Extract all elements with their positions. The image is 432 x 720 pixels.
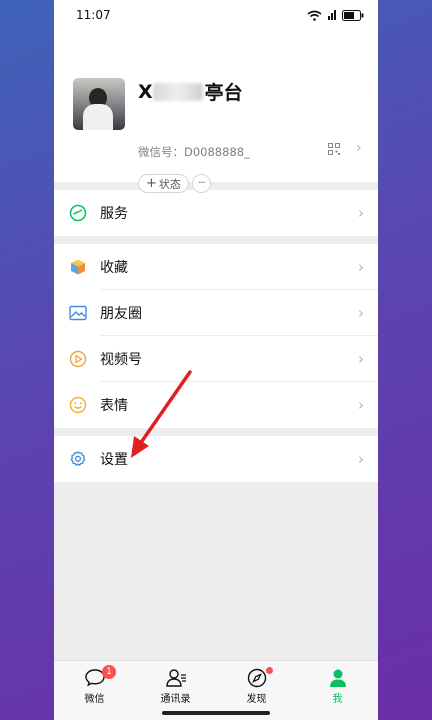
menu-item-stickers[interactable]: 表情 › [54,382,378,428]
menu-label: 表情 [100,398,128,414]
chevron-right-icon: › [358,450,364,468]
wechat-id: 微信号：D0088888_ [138,145,250,159]
contacts-person-icon [165,669,186,687]
bottom-tab-bar: 1 微信 通讯录 发现 我 [54,660,378,720]
services-icon [68,203,88,223]
menu-item-settings[interactable]: 设置 › [54,436,378,482]
new-dot-indicator [266,667,273,674]
phone-screen: 11:07 X 亭台 微信号：D0088888_ › + 状态 ··· 服务 ›… [54,0,378,720]
menu-item-favorites[interactable]: 收藏 › [54,244,378,290]
moments-image-icon [68,303,88,323]
tab-me[interactable]: 我 [297,661,378,720]
settings-group: 设置 › [54,436,378,482]
menu-label: 收藏 [100,260,128,276]
menu-label: 视频号 [100,352,142,368]
services-group: 服务 › [54,190,378,236]
chevron-right-icon: › [358,204,364,222]
menu-label: 设置 [100,452,128,468]
favorites-cube-icon [68,257,88,277]
nickname-redaction [152,82,203,101]
profile-header[interactable]: X 亭台 微信号：D0088888_ › + 状态 ··· [54,30,378,193]
tab-label: 我 [332,694,343,705]
nickname: X 亭台 [138,78,243,105]
wifi-icon [307,10,322,21]
menu-label: 朋友圈 [100,306,142,322]
tab-label: 发现 [246,694,267,705]
channels-play-icon [68,349,88,369]
nickname-text: 亭台 [204,82,243,104]
qr-code-icon[interactable] [328,143,340,155]
compass-icon [247,668,266,688]
ellipsis-icon: ··· [198,178,205,189]
chevron-right-icon: › [358,304,364,322]
status-time: 11:07 [76,8,111,22]
status-icons [307,9,364,21]
menu-label: 服务 [100,206,128,222]
tab-chats[interactable]: 1 微信 [54,661,135,720]
chevron-right-icon: › [358,350,364,368]
chevron-right-icon: › [358,396,364,414]
plus-icon: + [146,176,157,191]
battery-icon [342,9,364,21]
tab-label: 通讯录 [160,694,191,705]
unread-badge: 1 [102,665,116,679]
menu-item-moments[interactable]: 朋友圈 › [54,290,378,336]
status-bar: 11:07 [54,0,378,30]
signal-icon [328,10,336,20]
menu-item-channels[interactable]: 视频号 › [54,336,378,382]
settings-gear-icon [68,449,88,469]
tab-label: 微信 [84,694,105,705]
content-group: 收藏 › 朋友圈 › 视频号 › 表情 › [54,244,378,428]
home-indicator [162,711,270,715]
nickname-prefix: X [138,80,153,103]
avatar[interactable] [73,78,125,130]
stickers-smiley-icon [68,395,88,415]
me-person-icon [329,669,346,687]
chevron-right-icon: › [358,258,364,276]
profile-chevron-icon: › [356,140,362,156]
menu-item-services[interactable]: 服务 › [54,190,378,236]
